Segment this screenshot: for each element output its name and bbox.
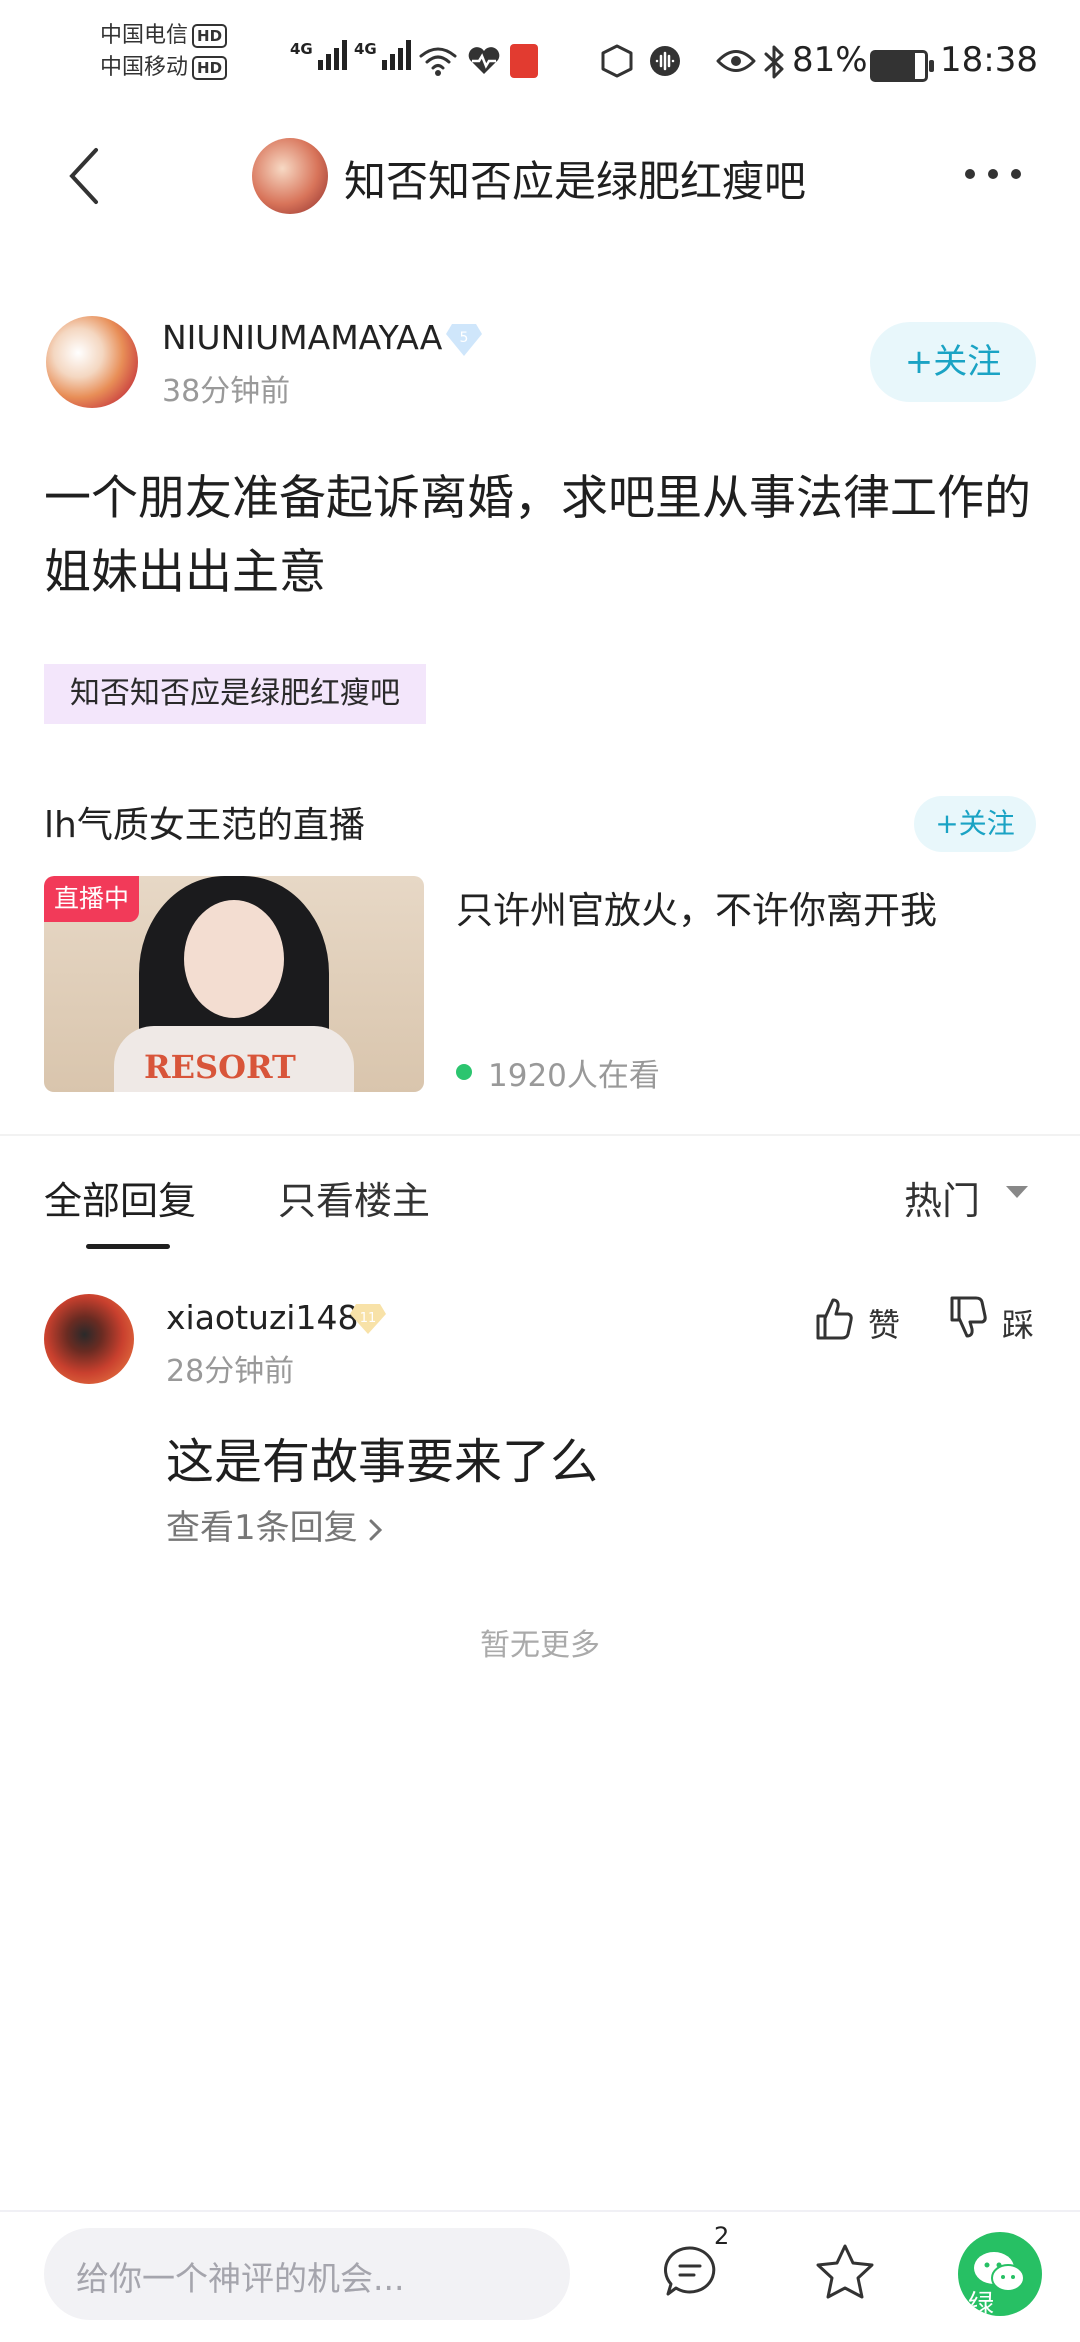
health-heart-icon	[468, 47, 500, 74]
share-label: 绿	[968, 2290, 995, 2316]
comment-input[interactable]: 给你一个神评的机会...	[44, 2228, 570, 2320]
thumbnail-face	[184, 900, 284, 1018]
wechat-share-button[interactable]: 绿	[958, 2232, 1042, 2316]
commenter-name[interactable]: xiaotuzi148	[166, 1298, 358, 1337]
network-type-2: 4G	[354, 40, 377, 58]
carrier-1: 中国电信	[100, 23, 189, 48]
battery-icon	[870, 50, 934, 82]
signal-2: 4G	[354, 40, 414, 70]
clock: 18:38	[940, 40, 1038, 80]
section-divider	[0, 1134, 1080, 1136]
status-bar: 中国电信 HD 中国移动 HD 4G 4G 81% 18:38	[0, 0, 1080, 130]
follow-live-button[interactable]: +关注	[914, 796, 1036, 852]
carrier-info: 中国电信 HD 中国移动 HD	[100, 20, 228, 84]
live-caption[interactable]: 只许州官放火，不许你离开我	[456, 880, 937, 934]
comment-time: 28分钟前	[166, 1354, 295, 1389]
level-diamond-icon: 5	[446, 324, 482, 356]
bluetooth-icon	[764, 45, 784, 79]
hd-badge: HD	[192, 56, 228, 80]
app-notification-icon	[548, 46, 586, 76]
chevron-right-icon	[369, 1519, 383, 1540]
live-thumbnail[interactable]: RESORT 直播中	[44, 876, 424, 1092]
dislike-label[interactable]: 踩	[1002, 1300, 1034, 1346]
view-replies-label[interactable]: 查看1条回复	[166, 1508, 358, 1548]
app-notification-icon	[510, 44, 538, 78]
forum-tag-chip[interactable]: 知否知否应是绿肥红瘦吧	[44, 664, 426, 724]
author-avatar[interactable]	[46, 316, 138, 408]
thumb-up-icon[interactable]	[814, 1296, 854, 1340]
forum-title[interactable]: 知否知否应是绿肥红瘦吧	[344, 148, 806, 209]
back-icon[interactable]	[66, 146, 102, 206]
signal-1: 4G	[290, 40, 350, 70]
forum-avatar[interactable]	[252, 138, 328, 214]
post-title: 一个朋友准备起诉离婚，求吧里从事法律工作的姐妹出出主意	[44, 471, 1031, 600]
tab-all-replies[interactable]: 全部回复	[44, 1170, 196, 1225]
live-viewers: 1920人在看	[488, 1058, 660, 1094]
follow-author-button[interactable]: +关注	[870, 322, 1036, 402]
comment-text: 这是有故事要来了么	[166, 1434, 599, 1490]
eye-icon	[716, 50, 756, 72]
post-time: 38分钟前	[162, 374, 291, 409]
like-label[interactable]: 赞	[868, 1300, 900, 1346]
comment-input-placeholder: 给你一个神评的机会...	[76, 2259, 405, 2298]
author-level: 5	[460, 330, 469, 346]
level-diamond-icon: 11	[350, 1304, 386, 1334]
comment-icon[interactable]	[662, 2244, 718, 2300]
audio-app-icon	[650, 46, 680, 76]
live-badge: 直播中	[44, 876, 140, 922]
online-dot	[456, 1064, 472, 1080]
view-replies-link[interactable]: 查看1条回复	[166, 1500, 384, 1549]
battery-percent: 81%	[792, 40, 868, 80]
signal-bars-icon	[381, 40, 414, 70]
thumbnail-shirt-text: RESORT	[144, 1048, 296, 1086]
author-name[interactable]: NIUNIUMAMAYAA	[162, 318, 442, 357]
active-tab-indicator	[86, 1244, 170, 1249]
star-icon[interactable]	[814, 2242, 876, 2302]
comment-count-badge: 2	[714, 2222, 730, 2250]
more-icon[interactable]	[962, 164, 1024, 184]
hd-badge: HD	[192, 24, 228, 48]
carrier-2: 中国移动	[100, 55, 189, 80]
wifi-icon	[419, 47, 457, 76]
shield-app-icon	[601, 44, 633, 78]
tab-op-only[interactable]: 只看楼主	[278, 1170, 430, 1225]
commenter-level: 11	[360, 1311, 377, 1326]
network-type-1: 4G	[290, 40, 313, 58]
thumb-down-icon[interactable]	[948, 1296, 988, 1340]
caret-down-icon[interactable]	[1004, 1184, 1030, 1200]
sort-dropdown[interactable]: 热门	[904, 1170, 980, 1225]
live-header[interactable]: lh气质女王范的直播	[44, 796, 365, 848]
commenter-avatar[interactable]	[44, 1294, 134, 1384]
signal-bars-icon	[317, 40, 350, 70]
no-more-label: 暂无更多	[480, 1628, 600, 1663]
